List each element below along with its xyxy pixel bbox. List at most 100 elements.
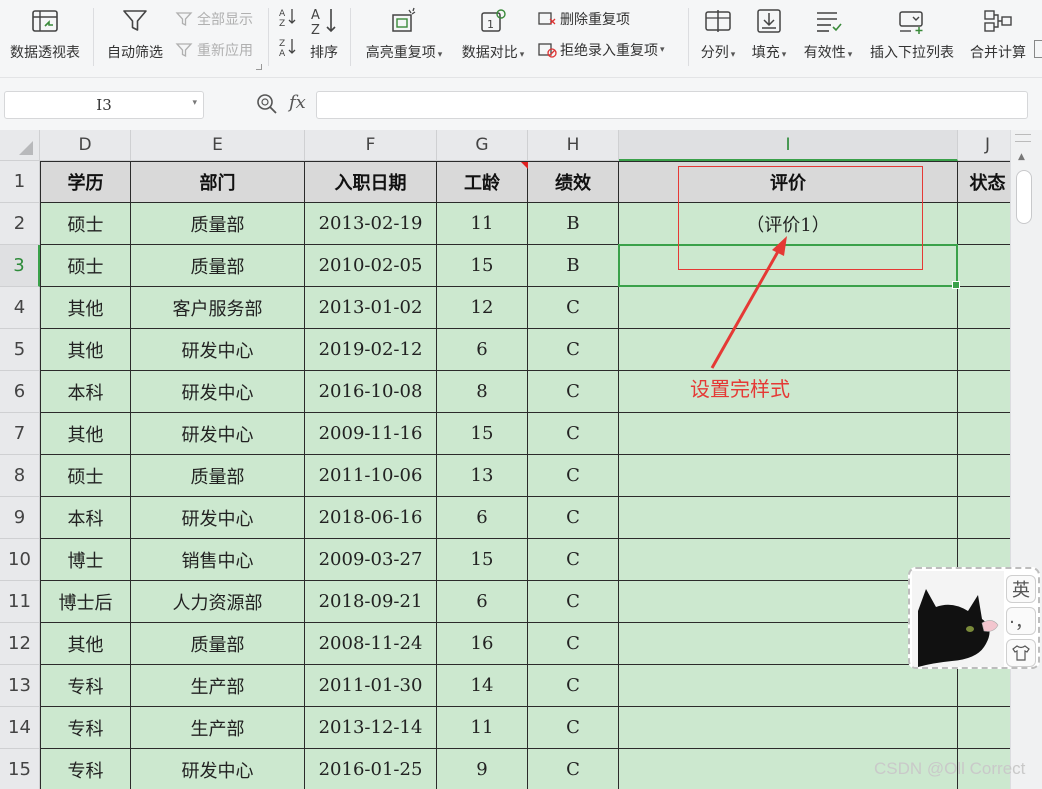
- row-header-14[interactable]: 14: [0, 707, 40, 749]
- table-cell[interactable]: 13: [437, 455, 528, 497]
- table-cell[interactable]: 人力资源部: [131, 581, 305, 623]
- table-cell[interactable]: 2013-01-02: [305, 287, 437, 329]
- chevron-down-icon[interactable]: ▾: [192, 98, 197, 108]
- table-cell[interactable]: 6: [437, 581, 528, 623]
- name-box[interactable]: I3 ▾: [4, 91, 204, 119]
- table-cell[interactable]: [619, 413, 958, 455]
- sort-ascending-button[interactable]: AZ: [278, 8, 301, 27]
- table-cell[interactable]: 质量部: [131, 245, 305, 287]
- table-cell[interactable]: 6: [437, 329, 528, 371]
- table-cell[interactable]: 质量部: [131, 455, 305, 497]
- table-cell[interactable]: C: [528, 539, 619, 581]
- table-cell[interactable]: 专科: [40, 749, 131, 789]
- column-header-j[interactable]: J: [958, 130, 1010, 161]
- table-cell[interactable]: [958, 455, 1010, 497]
- table-cell[interactable]: 8: [437, 371, 528, 413]
- table-cell[interactable]: （评价1）: [619, 203, 958, 245]
- table-cell[interactable]: 2010-02-05: [305, 245, 437, 287]
- table-cell[interactable]: 博士后: [40, 581, 131, 623]
- row-header-8[interactable]: 8: [0, 455, 40, 497]
- table-cell[interactable]: [619, 455, 958, 497]
- table-cell[interactable]: 客户服务部: [131, 287, 305, 329]
- table-cell[interactable]: 硕士: [40, 455, 131, 497]
- table-cell[interactable]: C: [528, 287, 619, 329]
- table-cell[interactable]: 质量部: [131, 203, 305, 245]
- table-cell[interactable]: 生产部: [131, 707, 305, 749]
- sort-button[interactable]: AZ 排序: [306, 0, 342, 62]
- chevron-down-icon[interactable]: ▾: [660, 45, 665, 55]
- row-header-12[interactable]: 12: [0, 623, 40, 665]
- table-cell[interactable]: 博士: [40, 539, 131, 581]
- row-header-4[interactable]: 4: [0, 287, 40, 329]
- table-cell[interactable]: 2018-09-21: [305, 581, 437, 623]
- scroll-thumb[interactable]: [1016, 170, 1032, 224]
- table-cell[interactable]: 2009-11-16: [305, 413, 437, 455]
- table-cell[interactable]: B: [528, 203, 619, 245]
- table-header-cell[interactable]: 工龄: [437, 161, 528, 203]
- select-all-corner[interactable]: [0, 130, 40, 161]
- table-cell[interactable]: 15: [437, 245, 528, 287]
- insert-dropdown-list-button[interactable]: 插入下拉列表: [866, 0, 958, 62]
- table-cell[interactable]: 研发中心: [131, 749, 305, 789]
- table-cell[interactable]: 2016-01-25: [305, 749, 437, 789]
- split-grip-icon[interactable]: [1015, 134, 1031, 142]
- table-cell[interactable]: 其他: [40, 413, 131, 455]
- column-header-h[interactable]: H: [528, 130, 619, 161]
- highlight-duplicates-button[interactable]: 高亮重复项 ▾: [360, 0, 448, 62]
- fill-button[interactable]: 填充 ▾: [748, 0, 790, 62]
- table-cell[interactable]: 11: [437, 707, 528, 749]
- column-header-d[interactable]: D: [40, 130, 131, 161]
- autofilter-button[interactable]: 自动筛选: [104, 0, 166, 62]
- table-cell[interactable]: C: [528, 707, 619, 749]
- table-cell[interactable]: C: [528, 665, 619, 707]
- table-cell[interactable]: 其他: [40, 623, 131, 665]
- show-all-button[interactable]: 全部显示: [174, 9, 253, 29]
- data-compare-button[interactable]: 1 数据对比 ▾: [457, 0, 529, 62]
- table-cell[interactable]: [958, 203, 1010, 245]
- ribbon-overflow-icon[interactable]: [1034, 40, 1042, 58]
- consolidate-button[interactable]: 合并计算: [966, 0, 1030, 62]
- table-cell[interactable]: C: [528, 413, 619, 455]
- table-cell[interactable]: 生产部: [131, 665, 305, 707]
- table-cell[interactable]: [958, 665, 1010, 707]
- table-cell[interactable]: 本科: [40, 371, 131, 413]
- table-cell[interactable]: C: [528, 329, 619, 371]
- table-cell[interactable]: 2013-02-19: [305, 203, 437, 245]
- table-cell[interactable]: 2011-10-06: [305, 455, 437, 497]
- sort-descending-button[interactable]: ZA: [278, 38, 301, 57]
- zoom-search-icon[interactable]: [256, 93, 278, 115]
- row-header-10[interactable]: 10: [0, 539, 40, 581]
- table-cell[interactable]: 其他: [40, 329, 131, 371]
- row-header-13[interactable]: 13: [0, 665, 40, 707]
- table-cell[interactable]: 研发中心: [131, 497, 305, 539]
- table-cell[interactable]: 15: [437, 539, 528, 581]
- row-header-6[interactable]: 6: [0, 371, 40, 413]
- dialog-launcher-icon[interactable]: [256, 64, 262, 70]
- table-header-cell[interactable]: 绩效: [528, 161, 619, 203]
- table-cell[interactable]: [958, 371, 1010, 413]
- table-header-cell[interactable]: 部门: [131, 161, 305, 203]
- table-cell[interactable]: C: [528, 623, 619, 665]
- table-cell[interactable]: [958, 287, 1010, 329]
- reapply-button[interactable]: 重新应用: [174, 40, 253, 60]
- table-cell[interactable]: 15: [437, 413, 528, 455]
- ime-skin-button[interactable]: [1006, 639, 1036, 667]
- ime-punctuation-toggle[interactable]: ·，: [1006, 607, 1036, 635]
- table-cell[interactable]: 专科: [40, 665, 131, 707]
- table-cell[interactable]: 2016-10-08: [305, 371, 437, 413]
- table-cell[interactable]: 研发中心: [131, 371, 305, 413]
- reject-duplicates-button[interactable]: 拒绝录入重复项 ▾: [537, 40, 665, 60]
- table-cell[interactable]: [619, 707, 958, 749]
- row-header-11[interactable]: 11: [0, 581, 40, 623]
- table-cell[interactable]: [958, 497, 1010, 539]
- table-cell[interactable]: 质量部: [131, 623, 305, 665]
- table-header-cell[interactable]: 评价: [619, 161, 958, 203]
- table-header-cell[interactable]: 学历: [40, 161, 131, 203]
- table-cell[interactable]: [619, 245, 958, 287]
- table-cell[interactable]: [619, 665, 958, 707]
- column-header-f[interactable]: F: [305, 130, 437, 161]
- table-cell[interactable]: [619, 287, 958, 329]
- data-validity-button[interactable]: 有效性 ▾: [799, 0, 857, 62]
- table-cell[interactable]: C: [528, 581, 619, 623]
- delete-duplicates-button[interactable]: 删除重复项: [537, 9, 630, 29]
